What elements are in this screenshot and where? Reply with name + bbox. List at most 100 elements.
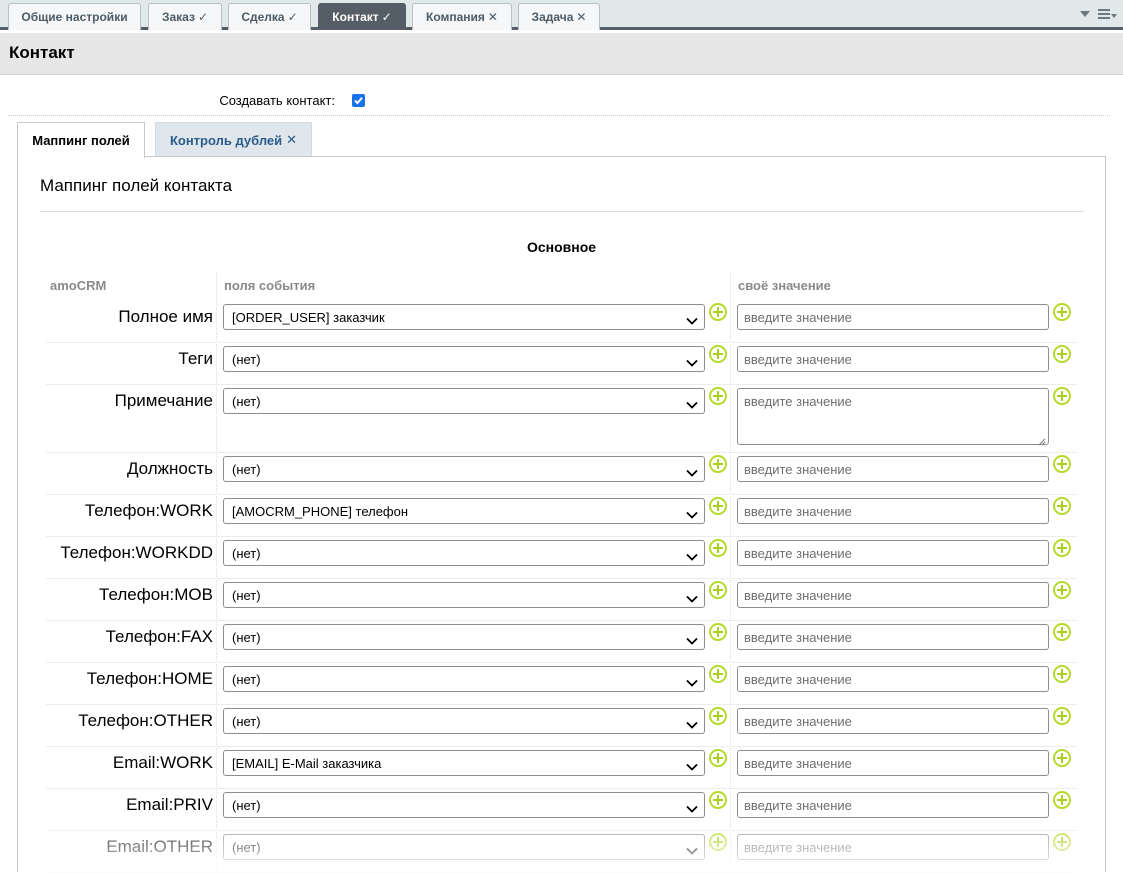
tab-duplicate-control[interactable]: Контроль дублей ✕ bbox=[155, 122, 312, 157]
add-value-icon[interactable] bbox=[1053, 749, 1071, 767]
add-value-icon[interactable] bbox=[1053, 833, 1071, 851]
table-row: Телефон:HOME (нет) введите значение bbox=[46, 663, 1077, 705]
add-field-icon[interactable] bbox=[709, 303, 727, 321]
event-field-select[interactable]: (нет) bbox=[223, 388, 705, 414]
select-value: (нет) bbox=[232, 546, 261, 561]
own-value-input[interactable]: введите значение bbox=[737, 456, 1049, 482]
cross-icon: ✕ bbox=[286, 132, 298, 147]
select-value: [AMOCRM_PHONE] телефон bbox=[232, 504, 409, 519]
tab-field-mapping[interactable]: Маппинг полей bbox=[17, 122, 145, 158]
event-field-select[interactable]: (нет) bbox=[223, 834, 705, 860]
add-value-icon[interactable] bbox=[1053, 581, 1071, 599]
add-field-icon[interactable] bbox=[709, 791, 727, 809]
event-field-select[interactable]: (нет) bbox=[223, 582, 705, 608]
table-row: Телефон:OTHER (нет) введите значение bbox=[46, 705, 1077, 747]
own-value-input[interactable]: введите значение bbox=[737, 792, 1049, 818]
tab-label: Заказ bbox=[161, 10, 195, 24]
input-placeholder: введите значение bbox=[744, 672, 852, 687]
add-field-icon[interactable] bbox=[709, 707, 727, 725]
event-field-select[interactable]: (нет) bbox=[223, 708, 705, 734]
page-header: Контакт bbox=[0, 33, 1123, 75]
add-field-icon[interactable] bbox=[709, 665, 727, 683]
event-field-select[interactable]: (нет) bbox=[223, 624, 705, 650]
own-value-input[interactable]: введите значение bbox=[737, 750, 1049, 776]
chevron-down-icon[interactable] bbox=[1080, 11, 1090, 17]
add-field-icon[interactable] bbox=[709, 455, 727, 473]
field-name: Теги bbox=[178, 349, 213, 368]
own-value-input[interactable]: введите значение bbox=[737, 582, 1049, 608]
field-name: Полное имя bbox=[118, 307, 213, 326]
own-value-input[interactable]: введите значение bbox=[737, 708, 1049, 734]
add-field-icon[interactable] bbox=[709, 833, 727, 851]
input-placeholder: введите значение bbox=[744, 352, 852, 367]
add-value-icon[interactable] bbox=[1053, 791, 1071, 809]
add-value-icon[interactable] bbox=[1053, 623, 1071, 641]
chevron-down-icon bbox=[686, 591, 698, 606]
event-field-select[interactable]: [ORDER_USER] заказчик bbox=[223, 304, 705, 330]
own-value-input[interactable]: введите значение bbox=[737, 498, 1049, 524]
add-value-icon[interactable] bbox=[1053, 303, 1071, 321]
add-value-icon[interactable] bbox=[1053, 387, 1071, 405]
tab-order[interactable]: Заказ ✓ bbox=[148, 3, 222, 30]
input-placeholder: введите значение bbox=[744, 462, 852, 477]
add-field-icon[interactable] bbox=[709, 345, 727, 363]
add-field-icon[interactable] bbox=[709, 581, 727, 599]
add-value-icon[interactable] bbox=[1053, 455, 1071, 473]
input-placeholder: введите значение bbox=[744, 310, 852, 325]
own-value-input[interactable]: введите значение bbox=[737, 540, 1049, 566]
own-value-input[interactable]: введите значение bbox=[737, 666, 1049, 692]
input-placeholder: введите значение bbox=[744, 714, 852, 729]
select-value: (нет) bbox=[232, 672, 261, 687]
tab-deal[interactable]: Сделка ✓ bbox=[228, 3, 311, 30]
column-header-event-fields: поля события bbox=[224, 278, 316, 293]
tab-general-settings[interactable]: Общие настройки bbox=[8, 3, 141, 30]
input-placeholder: введите значение bbox=[744, 546, 852, 561]
tab-contact[interactable]: Контакт ✓ bbox=[318, 3, 406, 30]
chevron-down-icon bbox=[686, 313, 698, 328]
field-name: Телефон:WORKDD bbox=[60, 543, 213, 562]
event-field-select[interactable]: [EMAIL] E-Mail заказчика bbox=[223, 750, 705, 776]
tab-company[interactable]: Компания ✕ bbox=[412, 3, 512, 30]
menu-icon[interactable] bbox=[1098, 9, 1117, 19]
add-field-icon[interactable] bbox=[709, 623, 727, 641]
event-field-select[interactable]: (нет) bbox=[223, 792, 705, 818]
input-placeholder: введите значение bbox=[744, 394, 852, 409]
add-value-icon[interactable] bbox=[1053, 497, 1071, 515]
own-value-textarea[interactable]: введите значение bbox=[737, 388, 1049, 446]
tab-task[interactable]: Задача ✕ bbox=[518, 3, 600, 30]
chevron-down-icon bbox=[686, 397, 698, 412]
add-field-icon[interactable] bbox=[709, 539, 727, 557]
table-row: Примечание (нет) введите значение bbox=[46, 385, 1077, 453]
add-value-icon[interactable] bbox=[1053, 539, 1071, 557]
own-value-input[interactable]: введите значение bbox=[737, 304, 1049, 330]
add-field-icon[interactable] bbox=[709, 387, 727, 405]
own-value-input[interactable]: введите значение bbox=[737, 834, 1049, 860]
chevron-down-icon bbox=[686, 355, 698, 370]
field-name: Email:PRIV bbox=[126, 795, 213, 814]
tab-label: Контроль дублей bbox=[169, 132, 283, 148]
chevron-down-icon bbox=[686, 843, 698, 858]
event-field-select[interactable]: (нет) bbox=[223, 456, 705, 482]
tab-label: Общие настройки bbox=[21, 10, 128, 24]
event-field-select[interactable]: [AMOCRM_PHONE] телефон bbox=[223, 498, 705, 524]
own-value-input[interactable]: введите значение bbox=[737, 624, 1049, 650]
event-field-select[interactable]: (нет) bbox=[223, 346, 705, 372]
event-field-select[interactable]: (нет) bbox=[223, 666, 705, 692]
resize-handle-icon[interactable] bbox=[1038, 434, 1046, 446]
tab-label: Сделка bbox=[241, 10, 285, 24]
select-value: (нет) bbox=[232, 798, 261, 813]
add-value-icon[interactable] bbox=[1053, 665, 1071, 683]
table-row: Email:WORK [EMAIL] E-Mail заказчика введит… bbox=[46, 747, 1077, 789]
own-value-input[interactable]: введите значение bbox=[737, 346, 1049, 372]
tab-strip-controls bbox=[1080, 6, 1117, 22]
add-field-icon[interactable] bbox=[709, 749, 727, 767]
add-value-icon[interactable] bbox=[1053, 707, 1071, 725]
check-icon bbox=[354, 97, 363, 105]
add-field-icon[interactable] bbox=[709, 497, 727, 515]
field-name: Телефон:FAX bbox=[105, 627, 213, 646]
add-value-icon[interactable] bbox=[1053, 345, 1071, 363]
event-field-select[interactable]: (нет) bbox=[223, 540, 705, 566]
create-contact-checkbox[interactable] bbox=[352, 94, 365, 107]
table-row: Email:OTHER (нет) введите значение bbox=[46, 831, 1077, 873]
create-contact-row: Создавать контакт: bbox=[8, 90, 1110, 116]
